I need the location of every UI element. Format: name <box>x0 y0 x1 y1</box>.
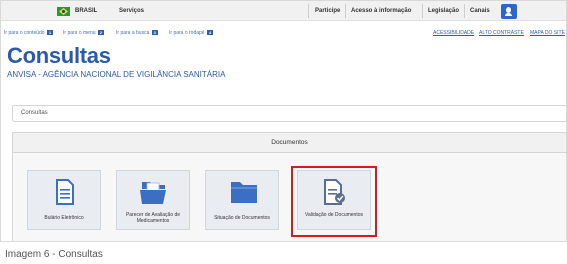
open-folder-icon <box>140 182 166 204</box>
skip-link-menu[interactable]: Ir para o menu 2 <box>63 30 104 36</box>
gov-link-acesso[interactable]: Acesso à informação <box>351 8 411 14</box>
gov-divider <box>464 4 465 18</box>
highlight-box <box>291 166 377 237</box>
card-parecer-avaliacao[interactable]: Parecer de Avaliação de Medicamentos <box>116 170 190 230</box>
panel-heading: Documentos <box>13 133 566 153</box>
gov-divider <box>345 4 346 18</box>
figure-caption: Imagem 6 - Consultas <box>5 249 103 260</box>
gov-link-canais[interactable]: Canais <box>470 8 490 14</box>
folder-icon <box>231 182 257 203</box>
gov-country-link[interactable]: BRASIL <box>75 8 97 14</box>
gov-bar: BRASIL Serviços Participe Acesso à infor… <box>1 1 566 21</box>
accessibility-link[interactable]: ACESSIBILIDADE <box>433 30 474 36</box>
gov-services-link[interactable]: Serviços <box>119 8 144 14</box>
site-map-link[interactable]: MAPA DO SITE <box>530 30 565 36</box>
gov-divider <box>422 4 423 18</box>
skip-link-search[interactable]: Ir para a busca 3 <box>116 30 158 36</box>
skip-link-content[interactable]: Ir para o conteúdo 1 <box>4 30 53 36</box>
high-contrast-link[interactable]: ALTO CONTRASTE <box>479 30 524 36</box>
breadcrumb[interactable]: Consultas <box>12 105 566 122</box>
card-situacao-documentos[interactable]: Situação de Documentos <box>205 170 279 230</box>
card-label: Bulário Eletrônico <box>44 215 84 221</box>
user-icon[interactable] <box>501 4 517 19</box>
brazil-flag-icon[interactable] <box>57 7 70 16</box>
card-bulario-eletronico[interactable]: Bulário Eletrônico <box>27 170 101 230</box>
card-label: Situação de Documentos <box>214 215 270 221</box>
gov-divider <box>308 4 309 18</box>
gov-link-participe[interactable]: Participe <box>315 8 340 14</box>
document-icon <box>56 179 74 205</box>
page-title: Consultas <box>7 43 111 68</box>
card-label: Parecer de Avaliação de Medicamentos <box>125 212 181 224</box>
gov-link-legislacao[interactable]: Legislação <box>428 8 459 14</box>
screenshot-frame: BRASIL Serviços Participe Acesso à infor… <box>0 0 567 242</box>
page-subtitle: ANVISA - AGÊNCIA NACIONAL DE VIGILÂNCIA … <box>7 70 226 79</box>
skip-link-footer[interactable]: Ir para o rodapé 4 <box>169 30 213 36</box>
